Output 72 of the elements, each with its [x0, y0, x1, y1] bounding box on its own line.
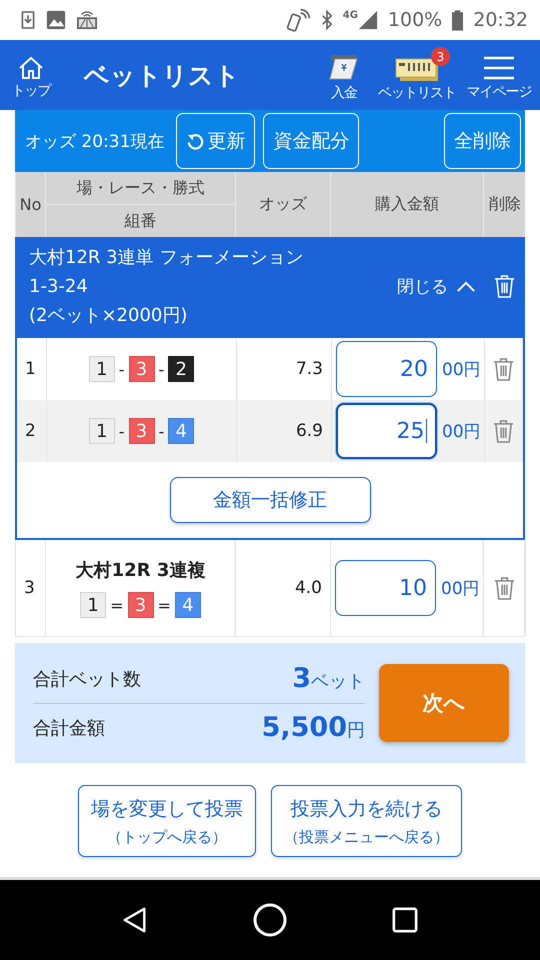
odds-value: 4.0	[294, 578, 322, 598]
separator-symbol: -	[118, 422, 124, 440]
separator-symbol: -	[158, 422, 164, 440]
count-badge: 3	[431, 47, 450, 66]
page-title: ベットリスト	[84, 60, 240, 92]
amount-field[interactable]: 25	[336, 403, 437, 459]
bluetooth-icon	[320, 10, 333, 30]
road-icon	[76, 10, 98, 30]
row-number: 3	[24, 578, 35, 598]
boat-number: 1	[80, 592, 106, 618]
image-icon	[46, 10, 66, 30]
boat-number: 4	[168, 418, 194, 444]
home-icon	[18, 56, 44, 80]
amount-unit: 00円	[442, 358, 481, 380]
odds-value: 7.3	[296, 359, 323, 379]
navigation-button[interactable]: 投票入力を続ける （投票メニューへ戻る）	[271, 785, 462, 857]
menu-icon	[483, 55, 515, 81]
bulk-edit-button[interactable]: 金額一括修正	[170, 477, 370, 523]
header-action[interactable]: 3 ベットリスト	[378, 48, 456, 102]
total-amount-value: 5,500円	[262, 712, 365, 743]
network-type: 4G	[342, 10, 358, 20]
navigation-button[interactable]: 場を変更して投票 （トップへ戻る）	[78, 785, 256, 857]
boat-number: 1	[88, 356, 115, 382]
row-number: 2	[25, 421, 36, 441]
header-action[interactable]: マイページ	[462, 49, 536, 101]
boat-number: 3	[128, 418, 154, 444]
recents-icon[interactable]	[392, 907, 418, 933]
separator-symbol: =	[110, 596, 124, 614]
phone-nfc-icon	[286, 8, 311, 32]
battery-icon	[452, 10, 464, 30]
home-circle-icon[interactable]	[252, 902, 288, 938]
bet-count-label: 合計ベット数	[33, 668, 141, 690]
collapse-toggle[interactable]: 閉じる	[397, 275, 476, 298]
bet-title: 大村12R 3連複	[76, 559, 206, 582]
boat-number: 1	[88, 418, 115, 444]
odds-value: 6.9	[296, 421, 323, 441]
home-button[interactable]: トップ	[8, 50, 54, 100]
refresh-button[interactable]: 更新	[176, 113, 256, 169]
allocate-button[interactable]: 資金配分	[263, 113, 360, 169]
column-header: 削除	[488, 193, 522, 215]
odds-timestamp: オッズ 20:31現在	[25, 130, 164, 152]
amount-field[interactable]: 10	[335, 560, 436, 616]
row-number: 1	[25, 359, 36, 379]
bet-detail: (2ベット×2000円)	[29, 304, 188, 328]
header-action[interactable]: 入金	[316, 48, 372, 102]
boat-number: 3	[128, 356, 154, 382]
boat-number: 2	[168, 356, 194, 382]
trash-icon[interactable]	[494, 576, 515, 600]
bet-title: 大村12R 3連単 フォーメーション	[29, 246, 304, 270]
total-amount-label: 合計金額	[33, 716, 105, 740]
amount-unit: 00円	[441, 578, 480, 600]
clock: 20:32	[473, 9, 528, 31]
trash-icon[interactable]	[493, 418, 514, 444]
next-button[interactable]: 次へ	[379, 664, 509, 742]
amount-unit: 00円	[442, 420, 481, 442]
combination: 1-3-24	[29, 275, 89, 299]
bet-count-value: 3ベット	[292, 663, 365, 694]
separator-symbol: -	[118, 360, 124, 378]
back-icon[interactable]	[122, 906, 148, 934]
battery-percent: 100%	[388, 9, 442, 31]
column-header: 場・レース・勝式	[76, 176, 206, 198]
refresh-icon	[186, 132, 206, 150]
boat-number: 3	[128, 592, 154, 618]
signal-icon	[358, 10, 378, 30]
chevron-icon	[456, 280, 476, 293]
trash-icon[interactable]	[493, 356, 514, 382]
separator-symbol: =	[158, 596, 171, 614]
download-icon	[20, 10, 36, 30]
boat-number: 4	[174, 592, 201, 618]
amount-field[interactable]: 20	[336, 341, 437, 397]
delete-all-button[interactable]: 全削除	[444, 113, 521, 169]
separator-symbol: -	[158, 360, 164, 378]
